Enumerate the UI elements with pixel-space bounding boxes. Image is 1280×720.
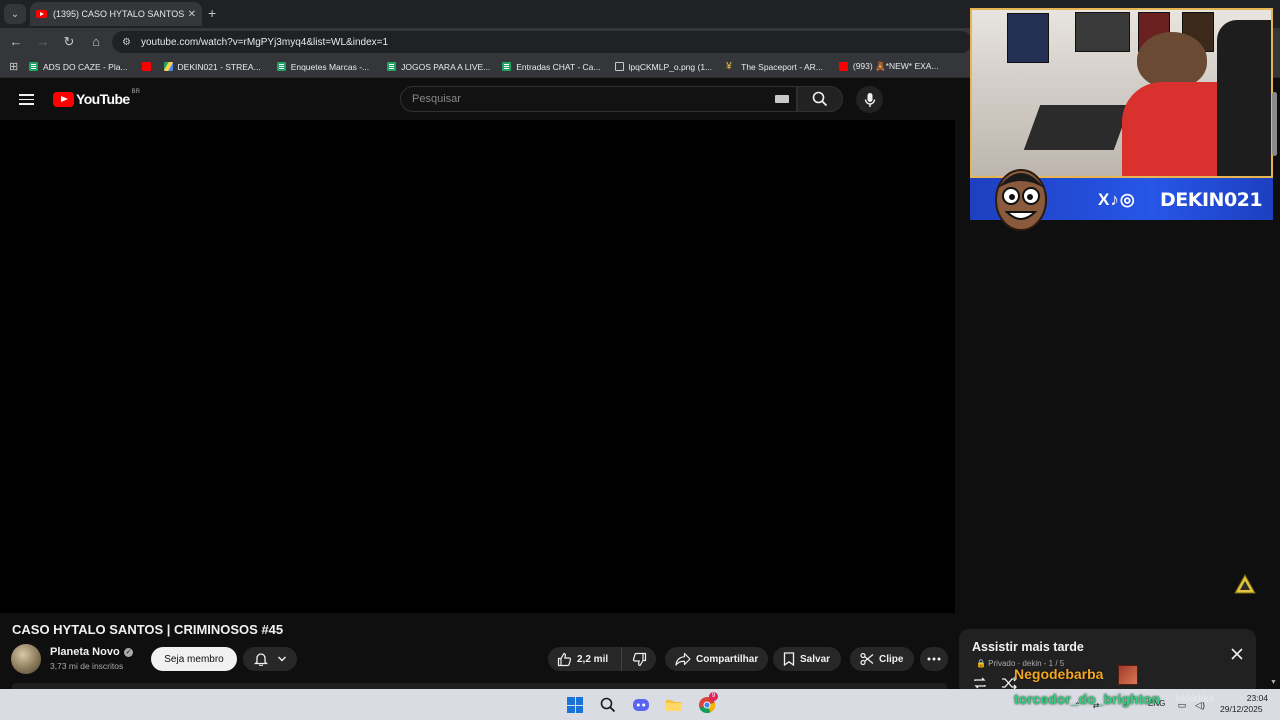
notification-bell-button[interactable] — [243, 647, 297, 671]
forward-arrow-icon[interactable]: → — [35, 34, 51, 50]
search-placeholder: Pesquisar — [412, 93, 461, 105]
more-dots-icon — [927, 657, 941, 661]
bookmark-icon — [783, 652, 795, 666]
youtube-logo[interactable]: YouTube BR — [53, 89, 140, 107]
youtube-favicon-icon — [36, 10, 47, 18]
clip-button[interactable]: Clipe — [850, 647, 914, 671]
chrome-badge: 9 — [709, 692, 718, 701]
loop-icon[interactable] — [972, 676, 988, 690]
windows-start-icon[interactable] — [564, 694, 586, 716]
reload-icon[interactable]: ↻ — [61, 34, 77, 50]
thumbs-down-icon — [632, 652, 646, 666]
tab-search-dropdown[interactable]: ⌄ — [4, 4, 26, 24]
like-dislike-group: 2,2 mil — [548, 647, 656, 671]
chat-message: kkkkkkk — [1176, 693, 1215, 705]
url-text: youtube.com/watch?v=rMgPYj3myq4&list=WL&… — [140, 36, 389, 48]
save-label: Salvar — [800, 653, 831, 665]
search-icon — [812, 91, 828, 107]
chevron-down-icon — [277, 656, 286, 662]
scroll-down-arrow-icon[interactable]: ▼ — [1270, 679, 1277, 686]
bookmark-item[interactable]: JOGOS PARA A LIVE... — [387, 62, 490, 72]
youtube-play-icon — [53, 91, 74, 107]
share-button[interactable]: Compartilhar — [665, 647, 768, 671]
more-actions-button[interactable] — [920, 647, 948, 671]
scrollbar-thumb[interactable] — [1272, 92, 1277, 156]
chat-emote-icon — [1118, 665, 1138, 685]
streamer-head — [1137, 32, 1207, 88]
bell-icon — [253, 653, 268, 666]
chat-username: torcedor_do_brighton — [1014, 691, 1161, 707]
star-icon: ¥ — [726, 61, 732, 72]
social-logos: X♪◎ — [1098, 190, 1136, 209]
bookmark-item[interactable]: Enquetes Marcas -... — [276, 62, 369, 72]
close-tab-icon[interactable]: ✕ — [188, 9, 196, 20]
bookmark-item[interactable] — [141, 62, 156, 71]
clock-date[interactable]: 29/12/2025 — [1220, 704, 1263, 714]
channel-avatar[interactable] — [11, 644, 41, 674]
verified-check-icon: ✓ — [124, 648, 133, 657]
overlay-logo-icon — [1234, 574, 1256, 594]
like-button[interactable]: 2,2 mil — [548, 647, 622, 671]
thumbs-up-icon — [557, 652, 572, 666]
clock-time[interactable]: 23:04 — [1244, 693, 1268, 703]
tab-title: (1395) CASO HYTALO SANTOS — [53, 9, 184, 19]
search-input[interactable]: Pesquisar — [400, 86, 797, 112]
chat-username: Negodebarba — [1014, 666, 1104, 682]
sheets-icon — [387, 62, 397, 71]
hamburger-menu-icon[interactable] — [19, 94, 34, 105]
globe-icon — [614, 62, 624, 71]
channel-name[interactable]: Planeta Novo — [50, 646, 120, 658]
back-arrow-icon[interactable]: ← — [8, 34, 24, 50]
new-tab-button[interactable]: + — [208, 5, 216, 21]
like-count: 2,2 mil — [577, 653, 609, 665]
video-player[interactable] — [0, 120, 955, 613]
close-icon[interactable] — [1229, 646, 1245, 662]
bookmark-item[interactable]: DEKIN021 - STREA... — [163, 62, 261, 72]
share-label: Compartilhar — [696, 653, 759, 665]
sheets-icon — [502, 62, 512, 71]
bookmark-item[interactable]: (993) 🧸*NEW* EXA... — [838, 61, 939, 72]
sheets-icon — [29, 62, 38, 71]
home-icon[interactable]: ⌂ — [88, 34, 104, 50]
page-scrollbar[interactable] — [1271, 88, 1278, 688]
wall-poster — [1075, 12, 1130, 52]
browser-tab-active[interactable]: (1395) CASO HYTALO SANTOS ✕ — [30, 2, 202, 26]
address-bar[interactable]: ⚙ youtube.com/watch?v=rMgPYj3myq4&list=W… — [112, 31, 972, 53]
youtube-icon — [141, 62, 151, 71]
save-button[interactable]: Salvar — [773, 647, 841, 671]
share-arrow-icon — [675, 652, 691, 666]
bookmark-item[interactable]: Entradas CHAT - Ca... — [502, 62, 601, 72]
subscriber-count: 3,73 mi de inscritos — [50, 661, 124, 671]
keyboard-desk — [1023, 105, 1131, 150]
video-title: CASO HYTALO SANTOS | CRIMINOSOS #45 — [12, 622, 284, 637]
microphone-icon — [864, 92, 875, 107]
scissors-icon — [860, 652, 874, 666]
sheets-icon — [276, 62, 286, 71]
gaming-chair — [1217, 20, 1271, 176]
webcam-feed — [970, 8, 1273, 178]
streamer-name: DEKIN021 — [1160, 189, 1263, 211]
youtube-icon — [838, 62, 848, 71]
cartoon-avatar-icon — [995, 169, 1047, 231]
bookmark-item[interactable]: lpqCKMLP_o.png (1... — [614, 62, 712, 72]
discord-icon[interactable] — [630, 694, 652, 716]
search-button[interactable] — [797, 86, 843, 112]
clip-label: Clipe — [879, 653, 904, 665]
search-icon[interactable] — [597, 694, 619, 716]
file-explorer-icon[interactable] — [663, 694, 685, 716]
bookmark-item[interactable]: ADS DO CAZE - Pla... — [29, 62, 128, 72]
bookmark-item[interactable]: ¥ The Spaceport - AR... — [726, 61, 823, 72]
keyboard-icon[interactable] — [775, 95, 789, 103]
voice-search-button[interactable] — [856, 86, 883, 113]
site-info-icon[interactable]: ⚙ — [122, 37, 131, 48]
wall-poster — [1007, 13, 1049, 63]
join-button[interactable]: Seja membro — [151, 647, 237, 671]
drive-icon — [163, 62, 173, 71]
apps-grid-icon[interactable]: ⊞ — [9, 60, 21, 73]
chrome-icon[interactable]: 9 — [696, 692, 718, 716]
dislike-button[interactable] — [622, 647, 656, 671]
playlist-title[interactable]: Assistir mais tarde — [972, 640, 1084, 654]
